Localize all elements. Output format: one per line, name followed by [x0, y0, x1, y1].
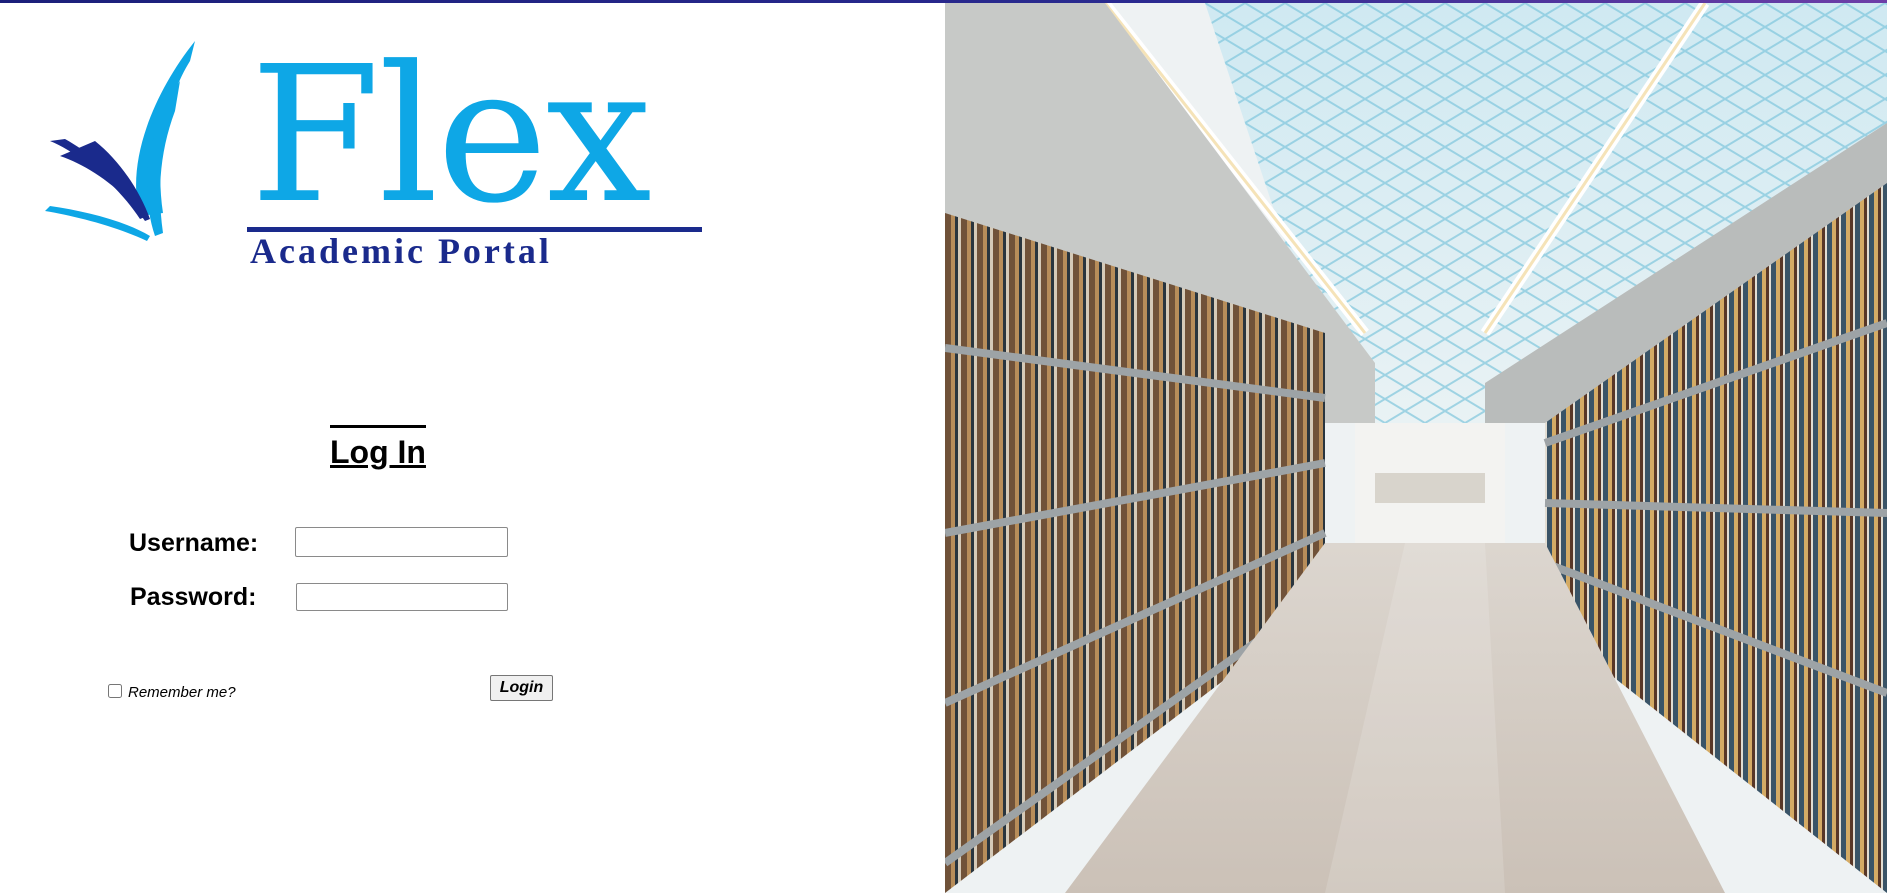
login-button[interactable]: Login: [490, 675, 553, 701]
library-photo: [945, 3, 1887, 893]
remember-me[interactable]: Remember me?: [108, 680, 236, 701]
flex-logo: Flex Academic Portal: [45, 26, 702, 271]
username-input[interactable]: [295, 527, 508, 557]
logo-title: Flex: [250, 26, 652, 245]
remember-me-checkbox[interactable]: [108, 683, 122, 698]
password-input[interactable]: [296, 583, 508, 611]
library-bookshelves-icon: [945, 3, 1887, 893]
password-label: Password:: [130, 583, 257, 611]
remember-me-label: Remember me?: [128, 684, 236, 701]
username-label: Username:: [129, 529, 259, 557]
swoosh-icon: [45, 41, 195, 241]
logo-subtitle: Academic Portal: [250, 231, 552, 271]
login-panel: Flex Academic Portal Log In Username: Pa…: [0, 3, 945, 893]
login-heading: Log In: [330, 425, 426, 470]
